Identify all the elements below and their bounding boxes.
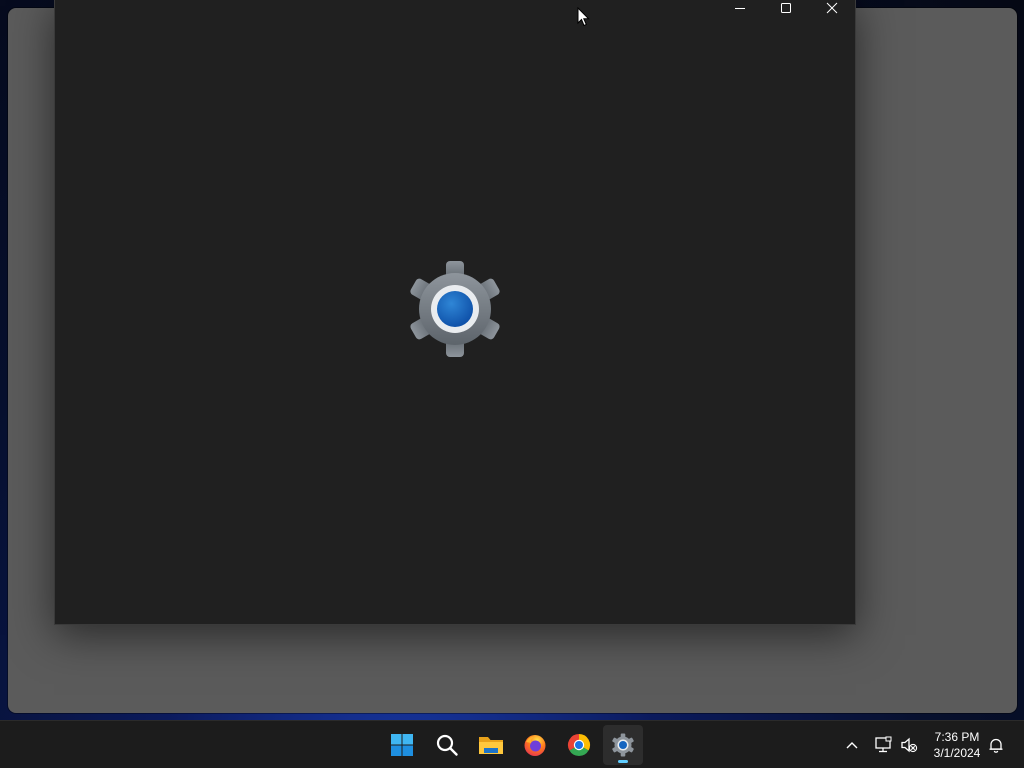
speaker-muted-icon — [901, 737, 918, 753]
network-button[interactable] — [873, 735, 893, 755]
windows-start-icon — [391, 734, 413, 756]
firefox-icon — [524, 735, 546, 756]
clock[interactable]: 7:36 PM 3/1/2024 — [922, 729, 992, 761]
taskbar: 7:36 PM 3/1/2024 — [0, 720, 1024, 768]
show-hidden-icons-button[interactable] — [842, 735, 862, 755]
active-app-indicator — [618, 760, 628, 763]
settings-gear-icon — [612, 733, 634, 757]
clock-date: 3/1/2024 — [933, 746, 981, 760]
folder-icon — [479, 737, 503, 754]
close-icon — [826, 2, 838, 14]
bell-icon — [989, 738, 1003, 753]
close-button[interactable] — [809, 0, 855, 19]
mouse-cursor — [577, 7, 590, 27]
settings-gear-icon — [410, 261, 500, 357]
settings-window[interactable] — [54, 0, 856, 625]
maximize-icon — [781, 3, 791, 13]
volume-button[interactable] — [899, 735, 919, 755]
clock-time: 7:36 PM — [934, 730, 980, 744]
settings-taskbar-button[interactable] — [603, 725, 643, 765]
file-explorer-button[interactable] — [471, 725, 511, 765]
network-icon — [875, 736, 892, 753]
chevron-up-icon — [846, 742, 858, 749]
chrome-button[interactable] — [559, 725, 599, 765]
minimize-button[interactable] — [717, 0, 763, 19]
desktop: 7:36 PM 3/1/2024 — [0, 0, 1024, 768]
firefox-button[interactable] — [515, 725, 555, 765]
search-icon — [436, 734, 458, 756]
notification-center-button[interactable] — [986, 735, 1006, 755]
minimize-icon — [735, 8, 745, 9]
start-button[interactable] — [382, 725, 422, 765]
search-button[interactable] — [427, 725, 467, 765]
maximize-button[interactable] — [763, 0, 809, 19]
chrome-icon — [567, 734, 591, 757]
